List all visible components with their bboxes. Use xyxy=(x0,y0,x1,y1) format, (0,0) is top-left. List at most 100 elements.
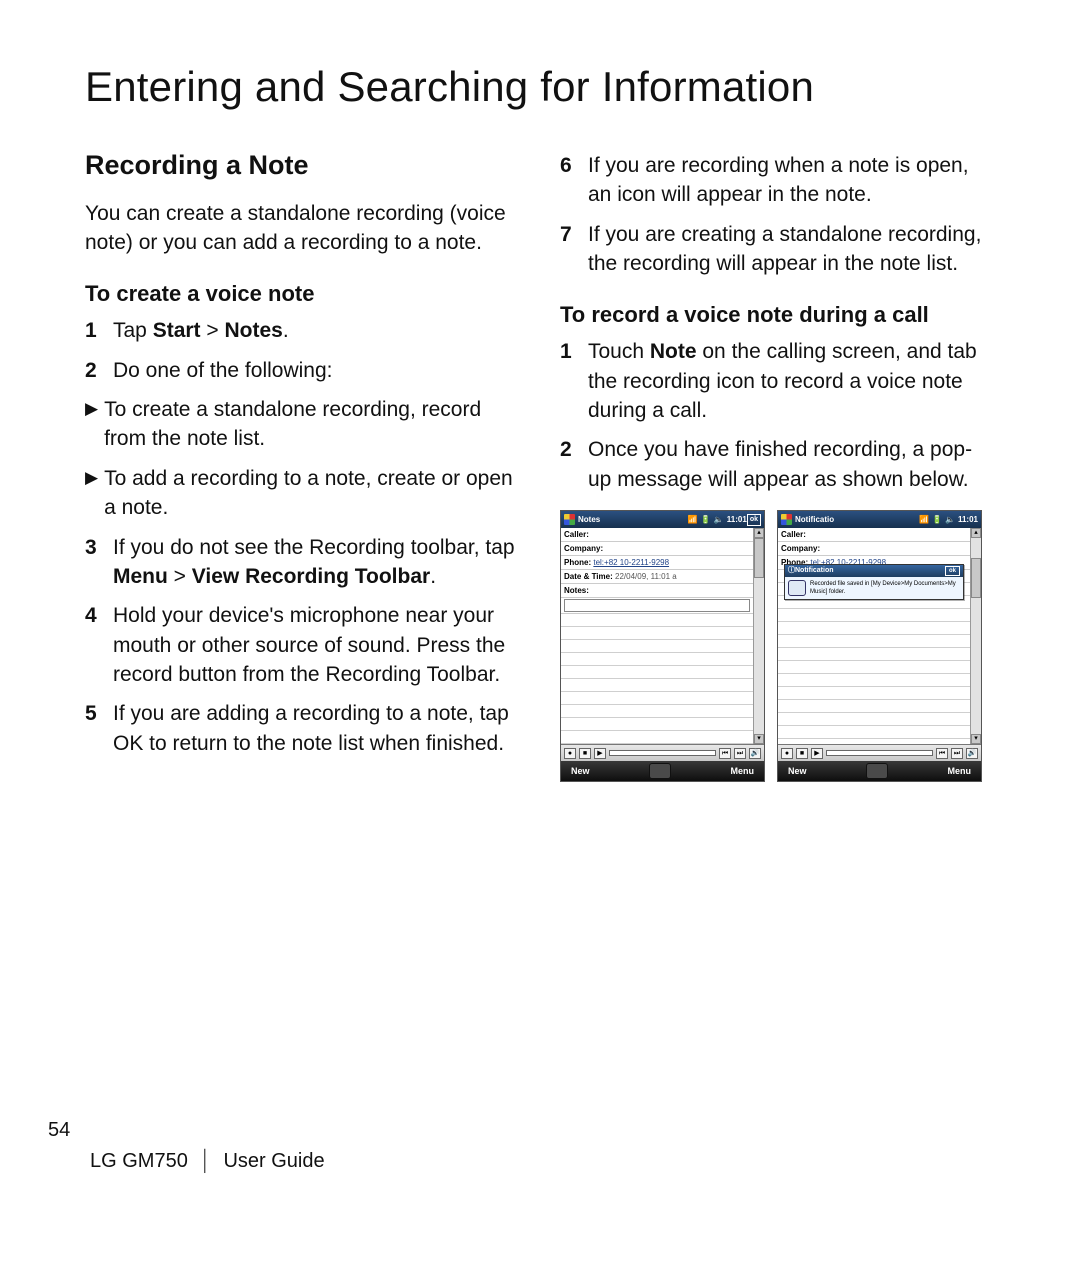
phone-b-time: 11:01 xyxy=(958,514,978,525)
step-4-text: Hold your device's microphone near your … xyxy=(113,601,520,689)
phone-a-scrollbar: ▴ ▾ xyxy=(753,528,764,744)
popup-ok-button: ok xyxy=(945,566,960,576)
section-title: Recording a Note xyxy=(85,147,520,185)
scroll-up-icon: ▴ xyxy=(754,528,764,538)
bullet-2: ▶ To add a recording to a note, create o… xyxy=(85,464,520,523)
step-3-text-mid: > xyxy=(168,565,192,588)
battery-icon: 🔋 xyxy=(932,514,942,525)
volume-button-icon: 🔊 xyxy=(966,748,978,759)
footer-guide: User Guide xyxy=(223,1150,324,1172)
step-3-bold-view-rec: View Recording Toolbar xyxy=(192,565,430,588)
popup-bubble-icon xyxy=(788,580,806,596)
progress-slider xyxy=(609,750,716,756)
step-5-text: If you are adding a recording to a note,… xyxy=(113,699,520,758)
volume-icon: 🔈 xyxy=(945,514,955,525)
prev-button-icon: ⏮ xyxy=(719,748,731,759)
softkey-new: New xyxy=(788,765,807,778)
chapter-title: Entering and Searching for Information xyxy=(85,58,995,117)
signal-icon: 📶 xyxy=(919,514,929,525)
record-button-icon: ● xyxy=(564,748,576,759)
column-left: Recording a Note You can create a standa… xyxy=(85,147,520,782)
notes-label: Notes: xyxy=(564,586,589,595)
phone-screenshots: Notes 📶 🔋 🔈 11:01 ok Caller: Company: Ph… xyxy=(560,510,995,782)
play-button-icon: ▶ xyxy=(811,748,823,759)
softkey-center-icon xyxy=(649,763,671,779)
company-label: Company: xyxy=(781,544,820,553)
volume-button-icon: 🔊 xyxy=(749,748,761,759)
column-right: If you are recording when a note is open… xyxy=(560,147,995,782)
play-button-icon: ▶ xyxy=(594,748,606,759)
prev-button-icon: ⏮ xyxy=(936,748,948,759)
bullet-1: ▶ To create a standalone recording, reco… xyxy=(85,395,520,454)
phone-b-content: Caller: Company: Phone: tel:+82 10-2211-… xyxy=(778,528,981,744)
signal-icon: 📶 xyxy=(688,514,698,525)
popup-info-icon: ⓘ xyxy=(788,566,795,576)
record-button-icon: ● xyxy=(781,748,793,759)
document-page: Entering and Searching for Information R… xyxy=(0,0,1080,1263)
step-7: If you are creating a standalone recordi… xyxy=(560,220,995,279)
step-7-text: If you are creating a standalone recordi… xyxy=(588,220,995,279)
windows-start-icon xyxy=(564,514,575,525)
step-1-text-post: . xyxy=(283,319,289,342)
phone-b-scrollbar: ▴ ▾ xyxy=(970,528,981,744)
bullet-list: ▶ To create a standalone recording, reco… xyxy=(85,395,520,523)
step-6-text: If you are recording when a note is open… xyxy=(588,151,995,210)
next-button-icon: ⏭ xyxy=(734,748,746,759)
step-2: Do one of the following: xyxy=(85,356,520,385)
stop-button-icon: ■ xyxy=(796,748,808,759)
phone-a-time: 11:01 xyxy=(727,514,747,525)
caller-label: Caller: xyxy=(781,530,806,539)
step-1-text-mid: > xyxy=(201,319,225,342)
phone-value: tel:+82 10-2211-9298 xyxy=(593,558,669,567)
step-2-text: Do one of the following: xyxy=(113,356,520,385)
step-6: If you are recording when a note is open… xyxy=(560,151,995,210)
datetime-label: Date & Time: xyxy=(564,572,613,581)
popup-title: Notification xyxy=(795,566,945,576)
company-label: Company: xyxy=(564,544,603,553)
b-step-2-text: Once you have finished recording, a pop-… xyxy=(588,435,995,494)
subhead-create-voice-note: To create a voice note xyxy=(85,279,520,310)
triangle-bullet-icon: ▶ xyxy=(85,464,98,523)
page-number: 54 xyxy=(48,1116,325,1144)
scroll-thumb xyxy=(754,538,764,578)
phone-a-ok-button: ok xyxy=(747,514,761,526)
step-3-bold-menu: Menu xyxy=(113,565,168,588)
phone-a-titlebar: Notes 📶 🔋 🔈 11:01 ok xyxy=(561,511,764,528)
phone-screenshot-notification: Notificatio 📶 🔋 🔈 11:01 Caller: Company:… xyxy=(777,510,982,782)
battery-icon: 🔋 xyxy=(701,514,711,525)
next-button-icon: ⏭ xyxy=(951,748,963,759)
footer-divider: │ xyxy=(199,1150,212,1172)
step-4: Hold your device's microphone near your … xyxy=(85,601,520,689)
scroll-thumb xyxy=(971,558,981,598)
phone-a-content: Caller: Company: Phone: tel:+82 10-2211-… xyxy=(561,528,764,744)
progress-slider xyxy=(826,750,933,756)
step-1: Tap Start > Notes. xyxy=(85,316,520,345)
steps-list-b: Touch Note on the calling screen, and ta… xyxy=(560,337,995,494)
ruled-lines-area xyxy=(561,614,753,744)
scroll-down-icon: ▾ xyxy=(971,734,981,744)
scroll-down-icon: ▾ xyxy=(754,734,764,744)
softkey-new: New xyxy=(571,765,590,778)
recording-toolbar: ● ■ ▶ ⏮ ⏭ 🔊 xyxy=(561,744,764,761)
steps-list-a-cont2: If you are recording when a note is open… xyxy=(560,151,995,279)
volume-icon: 🔈 xyxy=(714,514,724,525)
phone-screenshot-notes: Notes 📶 🔋 🔈 11:01 ok Caller: Company: Ph… xyxy=(560,510,765,782)
b-step-2: Once you have finished recording, a pop-… xyxy=(560,435,995,494)
step-3-text-post: . xyxy=(430,565,436,588)
b-step-1: Touch Note on the calling screen, and ta… xyxy=(560,337,995,425)
triangle-bullet-icon: ▶ xyxy=(85,395,98,454)
caller-label: Caller: xyxy=(564,530,589,539)
datetime-value: 22/04/09, 11:01 a xyxy=(615,572,677,581)
subhead-record-during-call: To record a voice note during a call xyxy=(560,300,995,331)
step-3-text-pre: If you do not see the Recording toolbar,… xyxy=(113,536,515,559)
bullet-1-text: To create a standalone recording, record… xyxy=(104,395,520,454)
step-5: If you are adding a recording to a note,… xyxy=(85,699,520,758)
softkey-center-icon xyxy=(866,763,888,779)
step-1-bold-start: Start xyxy=(153,319,201,342)
phone-b-softkey-bar: New Menu xyxy=(778,761,981,781)
step-3: If you do not see the Recording toolbar,… xyxy=(85,533,520,592)
page-footer: 54 LG GM750 │ User Guide xyxy=(40,1116,325,1175)
stop-button-icon: ■ xyxy=(579,748,591,759)
steps-list-a: Tap Start > Notes. Do one of the followi… xyxy=(85,316,520,385)
footer-model: LG GM750 xyxy=(90,1150,188,1172)
